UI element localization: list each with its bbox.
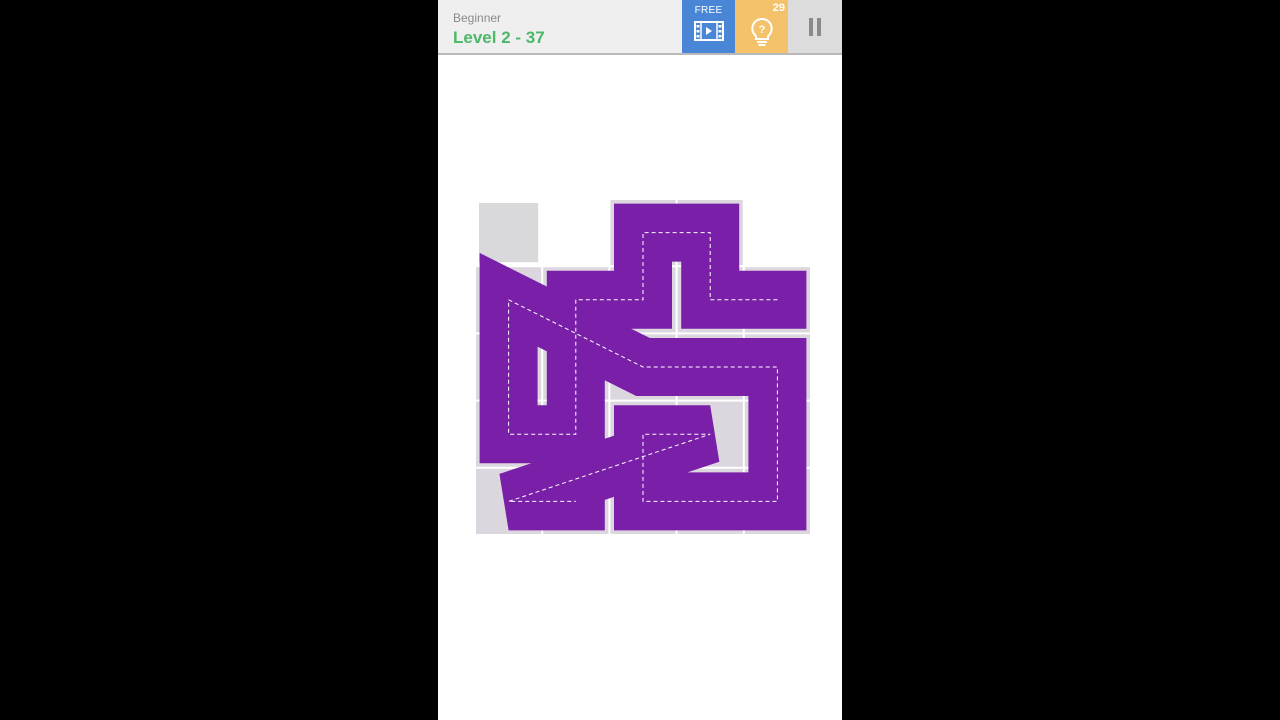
empty-cell[interactable] (479, 203, 539, 263)
game-screen: Beginner Level 2 - 37 FREE 29 ? (438, 0, 842, 720)
puzzle-board[interactable] (438, 0, 842, 720)
